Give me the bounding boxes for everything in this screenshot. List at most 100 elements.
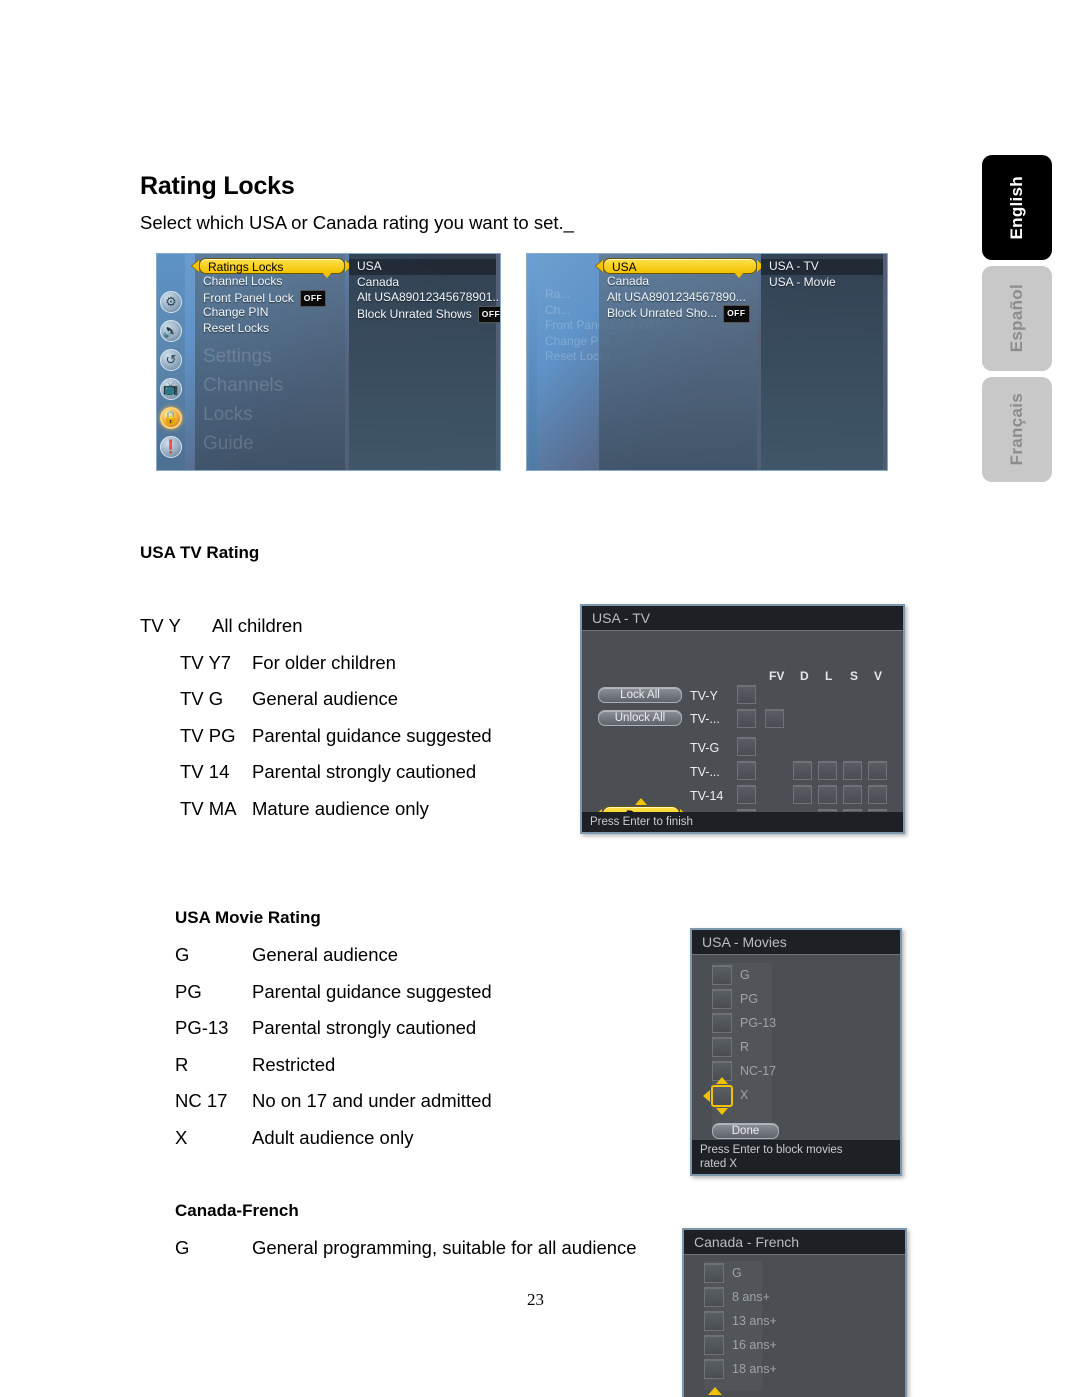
osd-menu2-rail-edge	[529, 254, 537, 470]
canada-rating-checkbox-8ans[interactable]	[704, 1287, 724, 1307]
usa-tv-rating-list: TV Y All children TV Y7 For older children…	[140, 615, 492, 834]
movie-rating-checkbox-g[interactable]	[712, 965, 732, 985]
left-arrow-icon	[192, 260, 199, 272]
page-number: 23	[527, 1290, 544, 1309]
canada-rating-checkbox-16ans[interactable]	[704, 1335, 724, 1355]
rating-row: TV PG Parental guidance suggested	[140, 725, 492, 762]
movie-rating-checkbox-pg[interactable]	[712, 989, 732, 1009]
grid-header-s: S	[850, 669, 859, 683]
rating-row: G General programming, suitable for all a…	[175, 1237, 637, 1274]
section-heading-usa-movie-rating: USA Movie Rating	[175, 908, 321, 927]
block-checkbox[interactable]	[737, 709, 756, 728]
rating-row: PG Parental guidance suggested	[175, 981, 492, 1018]
osd-menu-item-block-unrated-sho[interactable]: Block Unrated Sho... OFF	[599, 305, 757, 323]
rating-desc: All children	[212, 615, 303, 636]
language-tab-francais[interactable]: Français	[982, 377, 1052, 482]
osd-menu-item-alt-usa[interactable]: Alt USA8901234567890...	[599, 290, 757, 306]
rating-code: TV 14	[180, 761, 230, 782]
subrating-checkbox-fv[interactable]	[765, 709, 784, 728]
subrating-checkbox-v[interactable]	[868, 761, 887, 780]
movie-rating-checkbox-pg13[interactable]	[712, 1013, 732, 1033]
rating-row: TV Y All children	[140, 615, 492, 652]
osd-submenu-item-label: Alt USA89012345678901...	[357, 290, 501, 304]
rating-code: G	[175, 1237, 190, 1258]
lock-icon[interactable]: 🔒	[160, 407, 182, 429]
osd-behind-item: Ra...	[545, 287, 571, 301]
osd-ghost-item-settings: Settings	[203, 346, 272, 367]
osd-menu-item-label: Reset Locks	[203, 320, 270, 335]
block-checkbox[interactable]	[737, 685, 756, 704]
sync-icon[interactable]: ↺	[160, 349, 182, 371]
rating-desc: Parental guidance suggested	[252, 724, 492, 746]
movie-rating-label: R	[740, 1040, 750, 1054]
rating-row: TV MA Mature audience only	[140, 798, 492, 835]
osd-menu2-left-panel: USA Canada Alt USA8901234567890... Block…	[596, 254, 764, 470]
osd-menu-item-label: Front Panel Lock	[203, 290, 294, 305]
canada-rating-checkbox-g[interactable]	[704, 1263, 724, 1283]
canada-rating-label: 16 ans+	[732, 1338, 777, 1352]
canada-rating-checkbox-18ans[interactable]	[704, 1359, 724, 1379]
block-checkbox[interactable]	[737, 785, 756, 804]
osd-menu-item-front-panel-lock[interactable]: Front Panel Lock OFF	[195, 289, 345, 307]
osd-submenu-item-label: USA - Movie	[769, 274, 836, 289]
subrating-checkbox-l[interactable]	[818, 785, 837, 804]
language-tab-espanol[interactable]: Español	[982, 266, 1052, 371]
section-heading-usa-tv-rating: USA TV Rating	[140, 543, 260, 562]
gear-icon[interactable]: ⚙	[160, 291, 182, 313]
rating-desc: General audience	[252, 944, 399, 965]
subrating-checkbox-s[interactable]	[843, 761, 862, 780]
osd-menu2-right-panel: USA - TV USA - Movie	[761, 254, 883, 470]
left-arrow-icon	[703, 1090, 710, 1102]
osd-menu-item-channel-locks[interactable]: Channel Locks	[195, 274, 345, 290]
done-button[interactable]: Done	[712, 1123, 779, 1139]
osd-submenu-item-usa-tv[interactable]: USA - TV	[761, 259, 883, 275]
canada-rating-checkbox-13ans[interactable]	[704, 1311, 724, 1331]
grid-header-l: L	[825, 669, 833, 683]
grid-row-label: TV-14	[690, 789, 724, 803]
alert-icon[interactable]: ❗	[160, 436, 182, 458]
osd-behind-item: Ch...	[545, 302, 571, 317]
osd-menu-item-change-pin[interactable]: Change PIN	[195, 305, 345, 321]
subrating-checkbox-l[interactable]	[818, 761, 837, 780]
language-tab-strip: English Español Français	[982, 155, 1052, 488]
osd-submenu-item-usa-movie[interactable]: USA - Movie	[761, 275, 883, 291]
movie-rating-checkbox-x-cursor[interactable]	[703, 1077, 733, 1115]
subrating-checkbox-s[interactable]	[843, 785, 862, 804]
block-checkbox[interactable]	[737, 761, 756, 780]
osd-screenshot-ratings-locks-menu: ⚙ 🔊 ↺ 📺 🔒 ❗ Ratings Locks Channel Locks …	[156, 253, 501, 471]
page-title: Rating Locks	[140, 172, 295, 200]
osd-submenu-item-alt-usa[interactable]: Alt USA89012345678901...	[349, 290, 500, 306]
unlock-all-button[interactable]: Unlock All	[598, 710, 682, 726]
canada-rating-label: 8 ans+	[732, 1290, 770, 1304]
tv-icon[interactable]: 📺	[160, 378, 182, 400]
rating-desc: No on 17 and under admitted	[252, 1090, 492, 1111]
osd-behind-item: Reset Locks	[545, 349, 612, 363]
dialog-footer-line2: rated X	[700, 1158, 738, 1170]
osd-submenu-item-label: USA	[357, 259, 382, 273]
rating-desc: General programming, suitable for all au…	[252, 1237, 637, 1258]
osd-menu-item-label: Ratings Locks	[208, 260, 284, 274]
osd-submenu-item-block-unrated-shows[interactable]: Block Unrated Shows OFF	[349, 305, 500, 323]
rating-desc: Parental strongly cautioned	[252, 1017, 477, 1038]
subrating-checkbox-d[interactable]	[793, 785, 812, 804]
osd-menu1-right-panel: USA Canada Alt USA89012345678901... Bloc…	[349, 254, 500, 470]
osd-menu-item-canada[interactable]: Canada	[599, 274, 757, 290]
rating-desc: For older children	[252, 651, 396, 673]
rating-desc: Parental strongly cautioned	[252, 761, 477, 782]
osd-icon-rail: ⚙ 🔊 ↺ 📺 🔒 ❗	[157, 254, 185, 470]
rating-code: PG-13	[175, 1017, 229, 1038]
rating-row: X Adult audience only	[175, 1127, 492, 1164]
language-tab-english[interactable]: English	[982, 155, 1052, 260]
osd-submenu-item-usa[interactable]: USA	[349, 259, 496, 275]
movie-rating-checkbox-r[interactable]	[712, 1037, 732, 1057]
speaker-icon[interactable]: 🔊	[160, 320, 182, 342]
osd-submenu-item-canada[interactable]: Canada	[349, 275, 496, 291]
subrating-checkbox-v[interactable]	[868, 785, 887, 804]
block-checkbox[interactable]	[737, 737, 756, 756]
rating-code: R	[175, 1053, 189, 1075]
osd-menu-item-reset-locks[interactable]: Reset Locks	[195, 321, 345, 337]
down-arrow-icon	[716, 1108, 728, 1115]
grid-header-v: V	[874, 669, 883, 683]
lock-all-button[interactable]: Lock All	[598, 687, 682, 703]
subrating-checkbox-d[interactable]	[793, 761, 812, 780]
